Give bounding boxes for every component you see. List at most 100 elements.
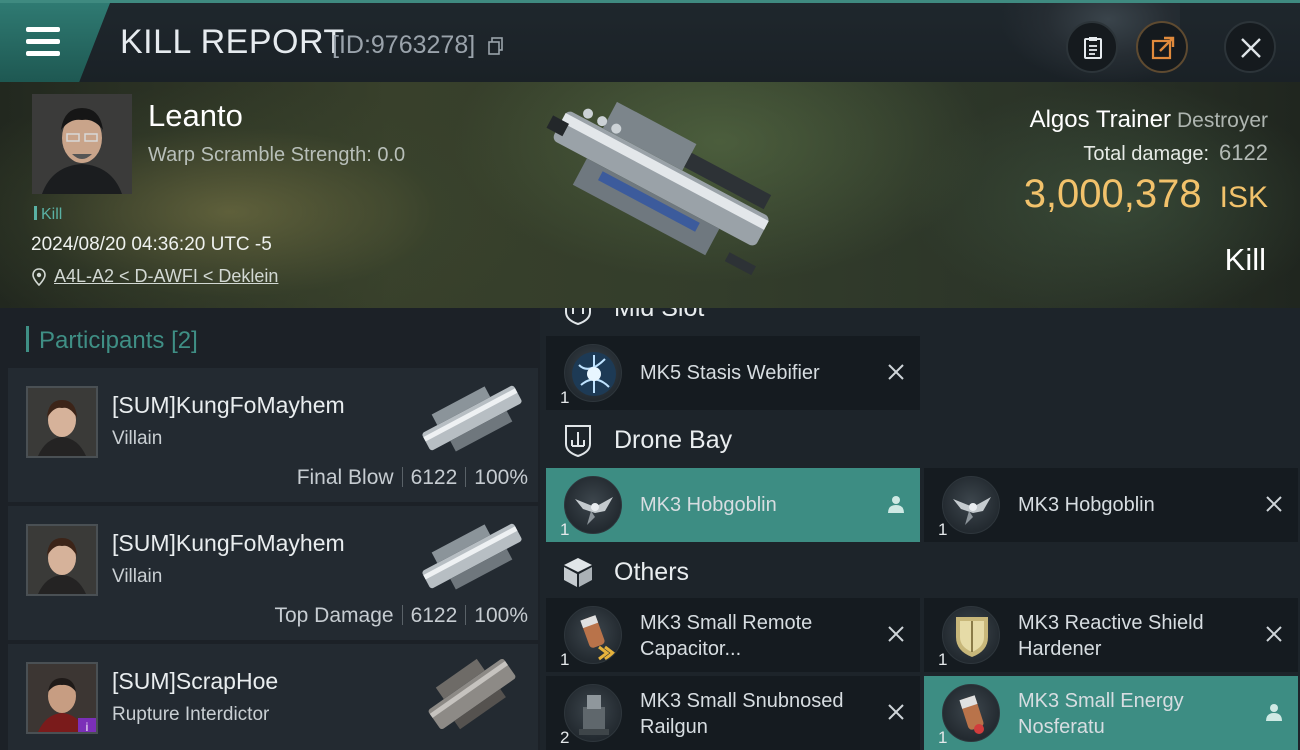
clipboard-icon: [1084, 37, 1102, 59]
fitting-item[interactable]: 1 MK3 Small Energy Nosferatu: [924, 676, 1298, 750]
participant-role: Top Damage: [274, 604, 394, 627]
participant-card[interactable]: [SUM]KungFoMayhem Villain Final Blow 6122…: [8, 368, 538, 502]
participant-percent: 100%: [474, 604, 528, 627]
fittings-panel: Mid Slot 1 MK5 Stasis Webifier Drone Bay: [540, 308, 1300, 750]
fitting-item[interactable]: 1 MK5 Stasis Webifier: [546, 336, 920, 410]
warp-scramble-strength: Warp Scramble Strength: 0.0: [148, 144, 406, 166]
page-title: KILL REPORT: [120, 23, 345, 61]
copy-icon[interactable]: [488, 37, 504, 55]
item-name: MK3 Reactive Shield Hardener: [1018, 612, 1204, 660]
x-icon[interactable]: [1264, 494, 1284, 514]
user-icon[interactable]: [886, 494, 906, 514]
x-icon[interactable]: [886, 362, 906, 382]
result-label: Kill: [1224, 242, 1266, 277]
participant-stats: Top Damage 6122 100%: [274, 604, 528, 628]
total-damage: Total damage: 6122: [1083, 140, 1268, 166]
location-pin-icon: [32, 268, 46, 286]
ship-class: Destroyer: [1176, 109, 1268, 132]
user-icon[interactable]: [1264, 702, 1284, 722]
kill-tag-label: Kill: [41, 206, 63, 223]
mid-slot-icon: [565, 308, 591, 326]
participant-name[interactable]: [SUM]ScrapHoe: [112, 668, 278, 695]
item-name: MK3 Small Snubnosed Railgun: [640, 690, 844, 738]
share-icon: [1151, 36, 1175, 60]
participants-panel: Participants [2] [SUM]KungFoMayhem Villa…: [0, 308, 540, 750]
isk-value: 3,000,378 ISK: [1024, 172, 1268, 217]
item-name: MK3 Hobgoblin: [640, 494, 777, 516]
avatar[interactable]: [26, 386, 98, 458]
cube-icon: [564, 558, 592, 587]
item-name: MK3 Small Energy Nosferatu: [1018, 690, 1184, 738]
item-quantity: 2: [560, 728, 570, 747]
participant-ship-image: [422, 385, 522, 452]
participants-heading: Participants [2]: [26, 326, 198, 355]
participant-ship: Villain: [112, 566, 163, 587]
participant-ship-image: [428, 658, 516, 730]
hamburger-menu-icon[interactable]: [20, 25, 66, 59]
kill-timestamp: 2024/08/20 04:36:20 UTC -5: [31, 234, 272, 255]
fitting-item[interactable]: 1 MK3 Hobgoblin: [924, 468, 1298, 542]
close-icon: [1241, 38, 1261, 58]
shield-hardener-icon: [942, 606, 1000, 664]
x-icon[interactable]: [1264, 624, 1284, 644]
participants-heading-label: Participants: [39, 327, 165, 354]
participant-card[interactable]: [SUM]KungFoMayhem Villain Top Damage 6122…: [8, 506, 538, 640]
avatar[interactable]: [26, 524, 98, 596]
section-title: Others: [614, 558, 690, 586]
energy-nosferatu-icon: [942, 684, 1000, 742]
x-icon[interactable]: [886, 702, 906, 722]
participant-percent: 100%: [474, 466, 528, 489]
share-button[interactable]: [1136, 21, 1188, 73]
participant-ship: Villain: [112, 428, 163, 449]
victim-name[interactable]: Leanto: [148, 98, 243, 134]
clipboard-button[interactable]: [1066, 21, 1118, 73]
section-title: Drone Bay: [614, 426, 733, 454]
fitting-item[interactable]: 2 MK3 Small Snubnosed Railgun: [546, 676, 920, 750]
report-id: [ID:9763278]: [332, 31, 476, 59]
section-title: Mid Slot: [614, 308, 705, 322]
fitting-item[interactable]: 1 MK3 Reactive Shield Hardener: [924, 598, 1298, 672]
hobgoblin-drone-icon: [942, 476, 1000, 534]
isk-unit: ISK: [1219, 181, 1268, 214]
participant-ship-image: [422, 523, 522, 590]
victim-ship: Algos Trainer Destroyer: [1030, 106, 1268, 134]
participant-role: Final Blow: [296, 466, 394, 489]
kill-tag: Kill: [34, 206, 62, 224]
avatar[interactable]: i: [26, 662, 98, 734]
location-link[interactable]: A4L-A2 < D-AWFI < Deklein: [54, 266, 278, 287]
fitting-item[interactable]: 1 MK3 Small Remote Capacitor...: [546, 598, 920, 672]
hobgoblin-drone-icon: [564, 476, 622, 534]
drone-bay-icon: [565, 425, 591, 458]
header-bar: KILL REPORT [ID:9763278]: [0, 0, 1300, 85]
identity-badge: i: [78, 718, 96, 732]
item-quantity: 1: [938, 728, 948, 747]
item-name: MK3 Small Remote Capacitor...: [640, 612, 813, 660]
participant-name[interactable]: [SUM]KungFoMayhem: [112, 530, 345, 557]
item-name: MK3 Hobgoblin: [1018, 494, 1155, 516]
participant-ship: Rupture Interdictor: [112, 704, 270, 725]
railgun-icon: [564, 684, 622, 742]
stasis-webifier-icon: [564, 344, 622, 402]
item-quantity: 1: [938, 520, 948, 539]
victim-banner: Leanto Warp Scramble Strength: 0.0 Kill …: [0, 82, 1300, 308]
participant-card[interactable]: i [SUM]ScrapHoe Rupture Interdictor: [8, 644, 538, 750]
item-quantity: 1: [560, 520, 570, 539]
participant-damage: 6122: [410, 466, 458, 489]
item-quantity: 1: [560, 650, 570, 669]
victim-portrait[interactable]: [32, 94, 132, 194]
isk-amount: 3,000,378: [1023, 172, 1202, 216]
participant-name[interactable]: [SUM]KungFoMayhem: [112, 392, 345, 419]
fitting-item[interactable]: 1 MK3 Hobgoblin: [546, 468, 920, 542]
ship-name: Algos Trainer: [1029, 106, 1171, 133]
total-damage-value: 6122: [1219, 140, 1268, 165]
x-icon[interactable]: [886, 624, 906, 644]
ship-image: [546, 101, 772, 276]
participant-stats: Final Blow 6122 100%: [297, 466, 528, 490]
close-button[interactable]: [1224, 21, 1276, 73]
remote-capacitor-icon: [564, 606, 622, 664]
item-name: MK5 Stasis Webifier: [640, 362, 820, 384]
participant-damage: 6122: [410, 604, 458, 627]
participants-count: [2]: [171, 327, 198, 354]
total-damage-label: Total damage:: [1083, 143, 1210, 165]
item-quantity: 1: [938, 650, 948, 669]
